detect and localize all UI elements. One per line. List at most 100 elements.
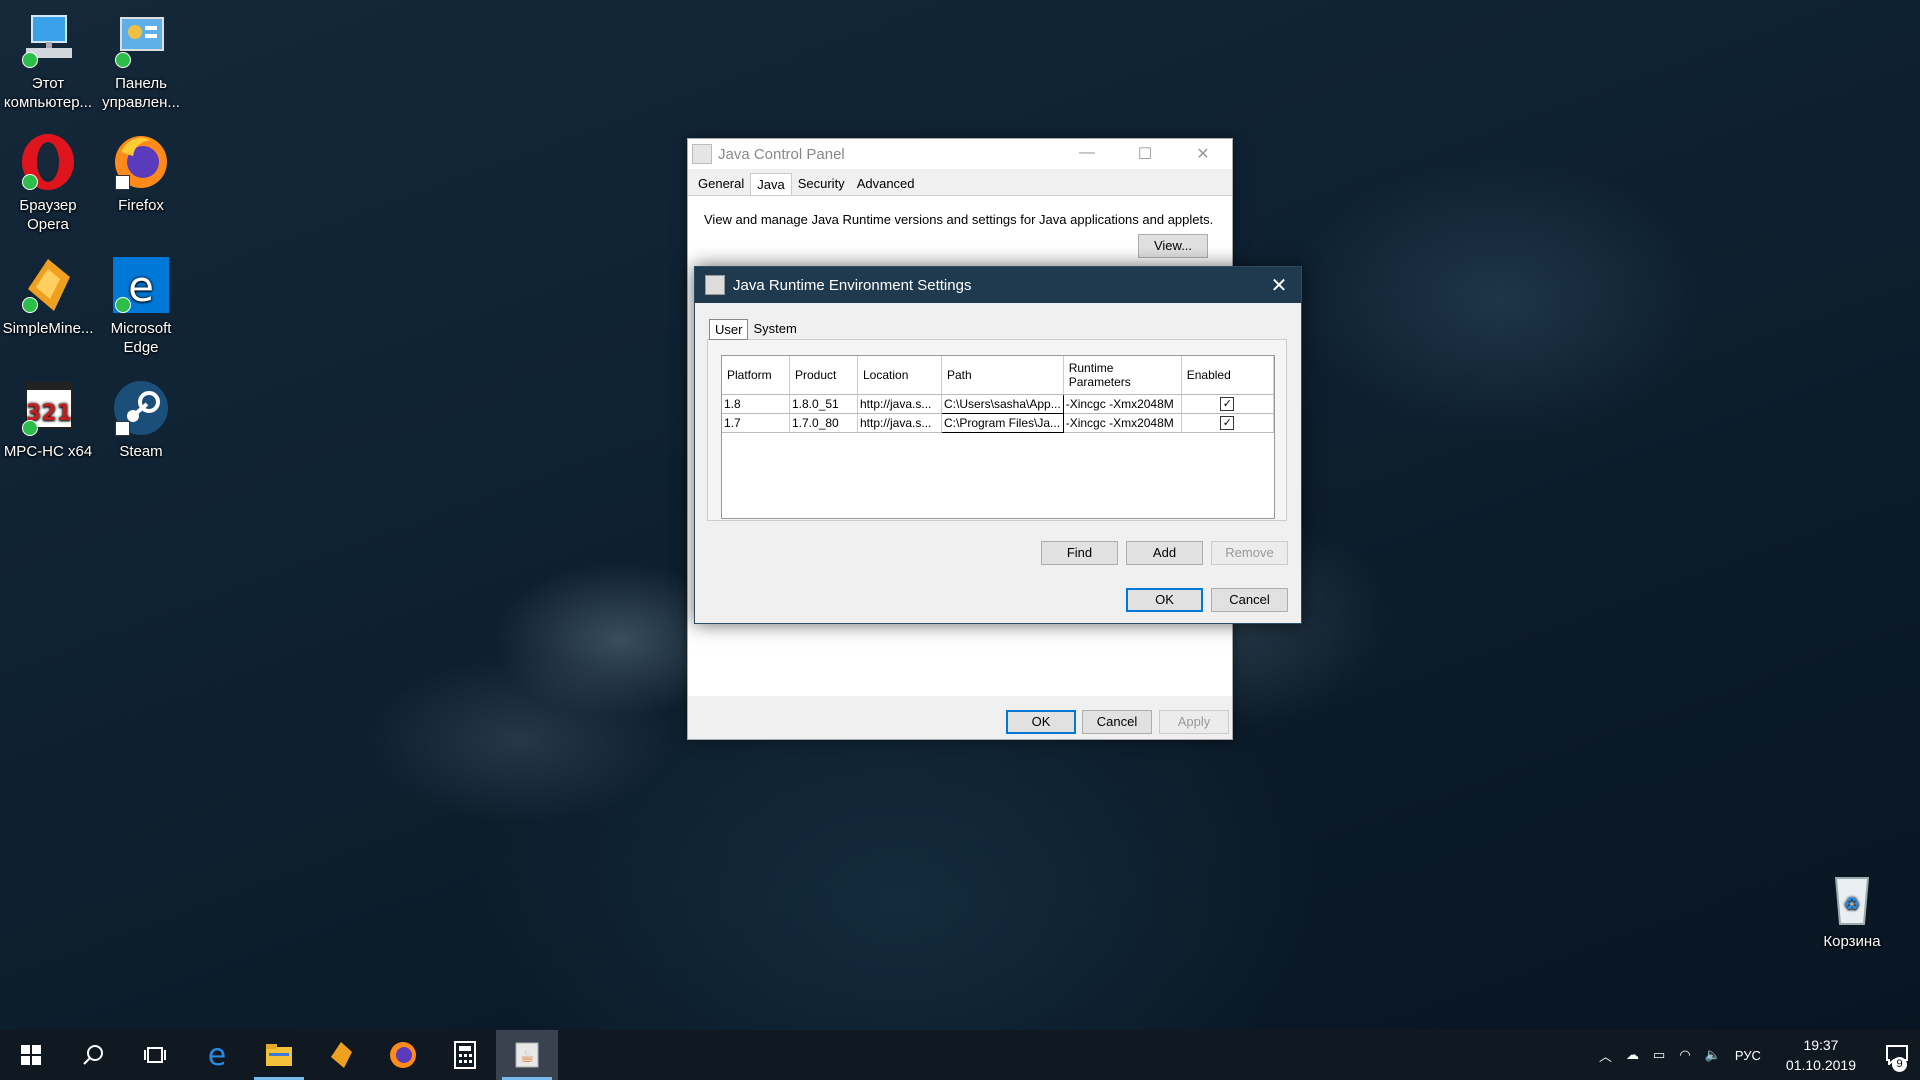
- start-button[interactable]: [0, 1030, 62, 1080]
- ok-button[interactable]: OK: [1006, 710, 1076, 734]
- language-indicator[interactable]: РУС: [1735, 1048, 1761, 1063]
- notification-center-button[interactable]: 9: [1874, 1030, 1920, 1080]
- desktop-icon-label: Этот компьютер...: [3, 75, 93, 111]
- firefox-icon: [111, 132, 171, 192]
- desktop-icon-opera[interactable]: Браузер Opera: [0, 132, 96, 234]
- jre-table: Platform Product Location Path Runtime P…: [721, 355, 1275, 519]
- cell-params[interactable]: -Xincgc -Xmx2048M: [1063, 394, 1182, 414]
- desktop-icon-label: SimpleMine...: [2, 320, 94, 337]
- find-button[interactable]: Find: [1041, 541, 1118, 565]
- taskbar: e ☕ ︿ ☁ ▭ ◠ 🔈 РУС 19:37 01.10.2019 9: [0, 1030, 1920, 1080]
- folder-icon: [266, 1044, 292, 1066]
- table-row[interactable]: 1.8 1.8.0_51 http://java.s... C:\Users\s…: [722, 394, 1275, 414]
- tab-security[interactable]: Security: [792, 173, 851, 195]
- cloud-icon[interactable]: ☁: [1626, 1047, 1639, 1063]
- cell-enabled[interactable]: ✓: [1181, 413, 1275, 433]
- java-icon: ☕: [515, 1042, 539, 1068]
- tab-bar: General Java Security Advanced: [688, 169, 1232, 196]
- remove-button[interactable]: Remove: [1211, 541, 1288, 565]
- window-titlebar: Java Control Panel — ☐ ✕: [688, 139, 1232, 169]
- taskbar-simpleminer[interactable]: [310, 1030, 372, 1080]
- clock-date: 01.10.2019: [1785, 1057, 1856, 1073]
- desktop-icon-edge[interactable]: e Microsoft Edge: [93, 255, 189, 357]
- col-runtime-parameters[interactable]: Runtime Parameters: [1063, 356, 1182, 395]
- jre-settings-dialog: Java Runtime Environment Settings ✕ User…: [694, 266, 1302, 624]
- cell-enabled[interactable]: ✓: [1181, 394, 1275, 414]
- chevron-up-icon[interactable]: ︿: [1599, 1046, 1612, 1065]
- cell-path[interactable]: C:\Users\sasha\App...: [941, 394, 1064, 414]
- tab-java[interactable]: Java: [750, 173, 792, 195]
- cell-platform[interactable]: 1.8: [722, 394, 790, 414]
- tab-general[interactable]: General: [692, 173, 750, 195]
- clock[interactable]: 19:37 01.10.2019: [1786, 1035, 1856, 1075]
- col-path[interactable]: Path: [941, 356, 1064, 395]
- edge-icon: e: [208, 1041, 226, 1069]
- enabled-checkbox[interactable]: ✓: [1220, 416, 1235, 430]
- cancel-button[interactable]: Cancel: [1082, 710, 1152, 734]
- col-platform[interactable]: Platform: [722, 356, 790, 395]
- desktop-icon-simpleminer[interactable]: SimpleMine...: [0, 255, 96, 338]
- control-panel-icon: [111, 10, 171, 70]
- cell-location[interactable]: http://java.s...: [857, 413, 942, 433]
- cell-product[interactable]: 1.8.0_51: [789, 394, 858, 414]
- tab-advanced[interactable]: Advanced: [851, 173, 921, 195]
- cell-params[interactable]: -Xincgc -Xmx2048M: [1063, 413, 1182, 433]
- task-view-icon: [144, 1047, 166, 1063]
- windows-icon: [21, 1045, 41, 1065]
- svg-text:♻: ♻: [1844, 894, 1860, 915]
- apply-button[interactable]: Apply: [1159, 710, 1229, 734]
- close-icon[interactable]: ✕: [1257, 273, 1301, 298]
- steam-icon: [111, 378, 171, 438]
- java-icon: [692, 144, 712, 164]
- wifi-icon[interactable]: ◠: [1679, 1047, 1690, 1063]
- svg-text:e: e: [208, 1041, 226, 1069]
- maximize-button[interactable]: ☐: [1116, 144, 1174, 164]
- ok-button[interactable]: OK: [1126, 588, 1203, 612]
- taskbar-firefox[interactable]: [372, 1030, 434, 1080]
- desktop-icon-label: Корзина: [1823, 933, 1881, 950]
- desktop-icon-label: Браузер Opera: [19, 197, 77, 233]
- simpleminer-icon: [18, 255, 78, 315]
- tab-system[interactable]: System: [748, 319, 801, 340]
- cell-product[interactable]: 1.7.0_80: [789, 413, 858, 433]
- desktop-icon-firefox[interactable]: Firefox: [93, 132, 189, 215]
- add-button[interactable]: Add: [1126, 541, 1203, 565]
- clock-time: 19:37: [1803, 1037, 1839, 1053]
- close-button[interactable]: ✕: [1174, 144, 1232, 164]
- notification-count-badge: 9: [1892, 1057, 1907, 1072]
- java-description: View and manage Java Runtime versions an…: [704, 212, 1214, 227]
- desktop-icon-mpc-hc[interactable]: 321 MPC-HC x64: [0, 378, 96, 461]
- tab-user[interactable]: User: [709, 319, 749, 340]
- taskbar-calculator[interactable]: [434, 1030, 496, 1080]
- desktop-icon-computer[interactable]: Этот компьютер...: [0, 10, 96, 112]
- col-product[interactable]: Product: [789, 356, 858, 395]
- svg-text:☕: ☕: [520, 1047, 534, 1066]
- col-enabled[interactable]: Enabled: [1181, 356, 1275, 395]
- taskbar-edge[interactable]: e: [186, 1030, 248, 1080]
- col-location[interactable]: Location: [857, 356, 942, 395]
- view-button[interactable]: View...: [1138, 234, 1208, 258]
- task-view-button[interactable]: [124, 1030, 186, 1080]
- cancel-button[interactable]: Cancel: [1211, 588, 1288, 612]
- desktop-icon-control-panel[interactable]: Панель управлен...: [93, 10, 189, 112]
- desktop-icon-steam[interactable]: Steam: [93, 378, 189, 461]
- table-row[interactable]: 1.7 1.7.0_80 http://java.s... C:\Program…: [722, 413, 1275, 433]
- java-icon: [705, 275, 725, 295]
- desktop-icon-recycle-bin[interactable]: ♻ Корзина: [1804, 868, 1900, 951]
- battery-icon[interactable]: ▭: [1653, 1047, 1665, 1063]
- dialog-titlebar: Java Runtime Environment Settings ✕: [695, 267, 1301, 303]
- simpleminer-icon: [331, 1042, 352, 1068]
- cell-path[interactable]: C:\Program Files\Ja...: [941, 413, 1064, 433]
- mpc-hc-icon: 321: [18, 378, 78, 438]
- taskbar-file-explorer[interactable]: [248, 1030, 310, 1080]
- minimize-button[interactable]: —: [1058, 144, 1116, 164]
- taskbar-java[interactable]: ☕: [496, 1030, 558, 1080]
- search-button[interactable]: [62, 1030, 124, 1080]
- cell-platform[interactable]: 1.7: [722, 413, 790, 433]
- firefox-icon: [390, 1042, 416, 1068]
- cell-location[interactable]: http://java.s...: [857, 394, 942, 414]
- calculator-icon: [454, 1041, 476, 1069]
- enabled-checkbox[interactable]: ✓: [1220, 397, 1235, 411]
- volume-icon[interactable]: 🔈: [1705, 1047, 1721, 1063]
- svg-text:e: e: [128, 262, 154, 311]
